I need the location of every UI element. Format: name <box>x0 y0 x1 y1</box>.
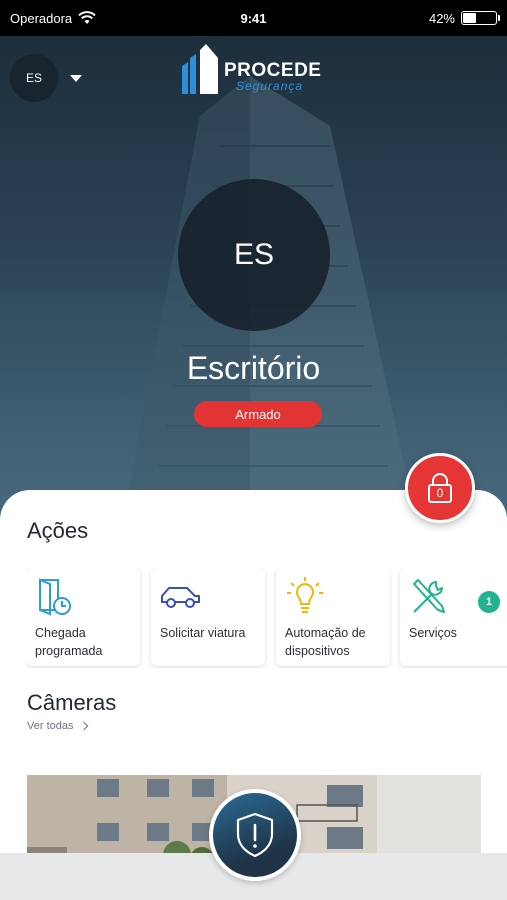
battery-level <box>463 13 477 23</box>
lock-button[interactable]: 0 <box>405 453 475 523</box>
wifi-icon <box>78 11 96 24</box>
action-label: Automação de dispositivos <box>285 626 366 658</box>
battery-percent: 42% <box>428 10 455 26</box>
actions-title: Ações <box>27 518 89 543</box>
procede-logo: PROCEDE Segurança <box>180 44 321 94</box>
action-label: Chegada programada <box>35 626 103 658</box>
battery-icon <box>461 11 500 25</box>
site-avatar-small: ES <box>10 54 58 102</box>
site-name: Escritório <box>186 350 321 386</box>
logo-title: PROCEDE <box>224 60 322 81</box>
status-left: Operadora <box>10 11 180 26</box>
site-selector[interactable]: ES <box>10 54 82 102</box>
status-right: 42% <box>327 10 500 26</box>
services-badge: 1 <box>478 591 500 613</box>
logo-subtitle: Segurança <box>236 79 304 93</box>
cameras-title: Câmeras <box>27 690 117 715</box>
site-avatar-large: ES <box>178 179 330 331</box>
alert-button[interactable] <box>209 789 301 881</box>
action-card-device-automation[interactable]: Automação de dispositivos <box>276 568 390 666</box>
see-all-label: Ver todas <box>27 720 74 732</box>
status-badge: Armado <box>194 401 322 427</box>
status-bar: Operadora 9:41 42% <box>0 0 507 36</box>
shield-alert-icon <box>236 812 274 858</box>
action-card-scheduled-arrival[interactable]: Chegada programada <box>26 568 140 666</box>
actions-carousel[interactable]: Chegada programada Solicitar viatura Aut… <box>26 568 507 668</box>
tools-icon <box>413 579 445 613</box>
lock-count: 0 <box>436 486 444 500</box>
logo-text: PROCEDE Segurança <box>224 61 321 92</box>
action-label: Serviços <box>409 626 457 640</box>
status-time: 9:41 <box>240 10 267 26</box>
lock-icon: 0 <box>427 473 453 503</box>
logo-tower-icon <box>182 44 218 94</box>
action-card-request-vehicle[interactable]: Solicitar viatura <box>151 568 265 666</box>
chevron-right-icon <box>80 721 89 731</box>
lightbulb-icon <box>287 577 323 613</box>
see-all-cameras-link[interactable]: Ver todas <box>27 720 89 732</box>
car-icon <box>161 587 200 608</box>
door-clock-icon <box>39 578 71 616</box>
carrier-name: Operadora <box>10 10 73 26</box>
action-card-services[interactable]: Serviços <box>400 568 507 666</box>
action-label: Solicitar viatura <box>160 626 246 640</box>
chevron-down-icon <box>70 74 82 82</box>
